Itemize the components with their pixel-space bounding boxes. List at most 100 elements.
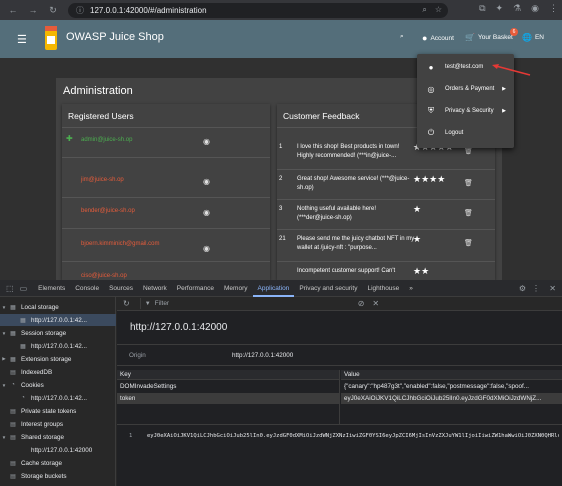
menu-item-label: Orders & Payment [445,86,495,92]
sidebar-item[interactable]: ▤ Interest groups [0,418,116,430]
sidebar-item-label: Session storage [21,329,67,337]
expand-arrow-icon[interactable]: ▼ [0,435,8,440]
site-info-icon[interactable]: ⓘ [76,5,84,16]
sidebar-item-label: http://127.0.0.1:42... [31,316,88,324]
labs-icon[interactable]: ⚗ [513,3,521,14]
sidebar-item[interactable]: http://127.0.0.1:42000 [0,444,116,456]
refresh-icon[interactable]: ↻ [123,299,130,308]
line-number: 1 [129,433,133,439]
basket-button[interactable]: 🛒 Your Basket [465,33,513,42]
delete-icon[interactable]: 🗑 [464,209,473,217]
close-icon[interactable]: ✕ [549,284,556,293]
delete-icon[interactable]: 🗑 [464,239,473,247]
clear-all-icon[interactable]: ⊘ [358,299,365,308]
tab-lighthouse[interactable]: Lighthouse [362,280,404,297]
sidebar-item[interactable]: ▼ ▤ Shared storage [0,431,116,443]
address-bar-url: 127.0.0.1:42000/#/administration [90,6,207,15]
user-email: admin@juice-sh.op [81,137,133,143]
menu-kebab-icon[interactable]: ⋮ [549,3,558,14]
globe-icon: 🌐 [522,33,532,42]
puzzle-icon[interactable]: ✦ [496,3,504,14]
extensions-icon[interactable]: ⧉ [479,3,485,14]
hamburger-menu-icon[interactable]: ☰ [17,33,27,46]
bookmark-star-icon[interactable]: ☆ [435,5,442,15]
tab-sources[interactable]: Sources [104,280,138,297]
expand-arrow-icon[interactable]: ▼ [0,383,8,388]
expand-arrow-icon[interactable]: ▼ [0,331,8,336]
settings-gear-icon[interactable]: ⚙ [519,284,526,293]
sidebar-item[interactable]: ▤ Cache storage [0,457,116,469]
tab-elements[interactable]: Elements [33,280,70,297]
column-header-value[interactable]: Value [341,370,562,380]
cookie-icon: ◔ [21,395,25,401]
filter-icon: ▼ [144,300,151,307]
table-row-value[interactable]: eyJ0eXAiOiJKV1QiLCJhbGciOiJub25lIn0.eyJz… [341,393,562,404]
tab-network[interactable]: Network [138,280,172,297]
account-circle-icon: ● [422,33,428,43]
value-preview-text: eyJ0eXAiOiJKV1QiLCJhbGciOiJub25lIn0.eyJz… [147,433,559,439]
search-icon[interactable]: ⌕ [422,5,426,15]
sidebar-item[interactable]: ▼ ◔ Cookies [0,379,116,391]
table-row-key[interactable]: DOMInvadeSettings [117,381,339,392]
person-icon: ● [428,62,434,72]
sidebar-item[interactable]: ▼ ▦ Session storage [0,327,116,339]
inspect-element-icon[interactable]: ⬚ [6,284,14,293]
sidebar-item[interactable]: ▤ Private state tokens [0,405,116,417]
sidebar-item[interactable]: ▼ ▦ Local storage [0,301,116,313]
delete-icon[interactable]: 🗑 [464,147,473,155]
device-toggle-icon[interactable]: ▭ [20,284,28,293]
table-row-value[interactable]: {"canary":"hp487g3t","enabled":false,"po… [341,381,562,392]
feedback-comment: Great shop! Awesome service! (***@juice-… [297,176,410,191]
sidebar-item[interactable]: ▦ http://127.0.0.1:42... [0,340,116,352]
tab-console[interactable]: Console [70,280,104,297]
forward-icon[interactable]: → [26,3,40,17]
tab-memory[interactable]: Memory [219,280,252,297]
filter-input[interactable]: ▼ Filter [139,298,340,309]
expand-arrow-icon[interactable]: ▼ [0,305,8,310]
search-icon[interactable]: ⌕ [400,33,404,41]
account-button[interactable]: ● Account [422,33,454,43]
menu-item-orders-payment[interactable]: ◎ Orders & Payment ▶ [417,78,514,100]
address-bar[interactable]: ⓘ 127.0.0.1:42000/#/administration ⌕ ☆ [68,3,448,18]
tab-application[interactable]: Application [252,280,295,297]
menu-item-logout[interactable]: ⏻ Logout [417,122,514,144]
application-sidebar: ▼ ▦ Local storage ▦ http://127.0.0.1:42... ▼ ▦… [0,297,116,486]
reload-icon[interactable]: ↻ [46,3,60,17]
db-icon: ▤ [10,434,16,441]
devtools-tab-bar: ⬚ ▭ Elements Console Sources Network Per… [0,280,562,297]
sidebar-item-label: http://127.0.0.1:42... [31,394,88,402]
user-row: bender@juice-sh.op ◉ [62,199,270,229]
back-icon[interactable]: ← [6,3,20,17]
app-title[interactable]: OWASP Juice Shop [66,31,164,43]
feedback-comment: Incompetent customer support! Can't [297,268,396,274]
check-circle-icon: ◎ [427,84,435,94]
eye-icon[interactable]: ◉ [203,208,210,217]
eye-icon[interactable]: ◉ [203,244,210,253]
table-row-key[interactable]: token [117,393,339,404]
column-divider[interactable] [339,370,340,424]
sidebar-item[interactable]: ▤ Storage buckets [0,470,116,482]
tab-privacy-security[interactable]: Privacy and security [294,280,362,297]
user-row: bjoern.kimminich@gmail.com ◉ [62,232,270,262]
sidebar-item-label: Local storage [21,303,59,311]
menu-item-privacy-security[interactable]: ⛨ Privacy & Security ▶ [417,100,514,122]
menu-item-label: test@test.com [445,64,484,70]
eye-icon[interactable]: ◉ [203,137,210,146]
language-button[interactable]: 🌐 EN [522,33,544,42]
tab-performance[interactable]: Performance [172,280,219,297]
more-tabs-button[interactable]: » [404,280,418,297]
profile-icon[interactable]: ◉ [531,3,539,14]
collapse-arrow-icon[interactable]: ▶ [0,356,8,362]
sidebar-item[interactable]: ▶ ▦ Extension storage [0,353,116,365]
feedback-rating-stars: ★ [413,234,422,244]
sidebar-item[interactable]: ◔ http://127.0.0.1:42... [0,392,116,404]
account-label: Account [430,34,454,42]
delete-selected-icon[interactable]: ✕ [372,299,379,308]
power-icon: ⏻ [427,128,435,137]
kebab-menu-icon[interactable]: ⋮ [532,284,540,293]
column-header-key[interactable]: Key [117,370,339,380]
delete-icon[interactable]: 🗑 [464,179,473,187]
sidebar-item[interactable]: ▤ IndexedDB [0,366,116,378]
sidebar-item[interactable]: ▦ http://127.0.0.1:42... [0,314,116,326]
eye-icon[interactable]: ◉ [203,177,210,186]
